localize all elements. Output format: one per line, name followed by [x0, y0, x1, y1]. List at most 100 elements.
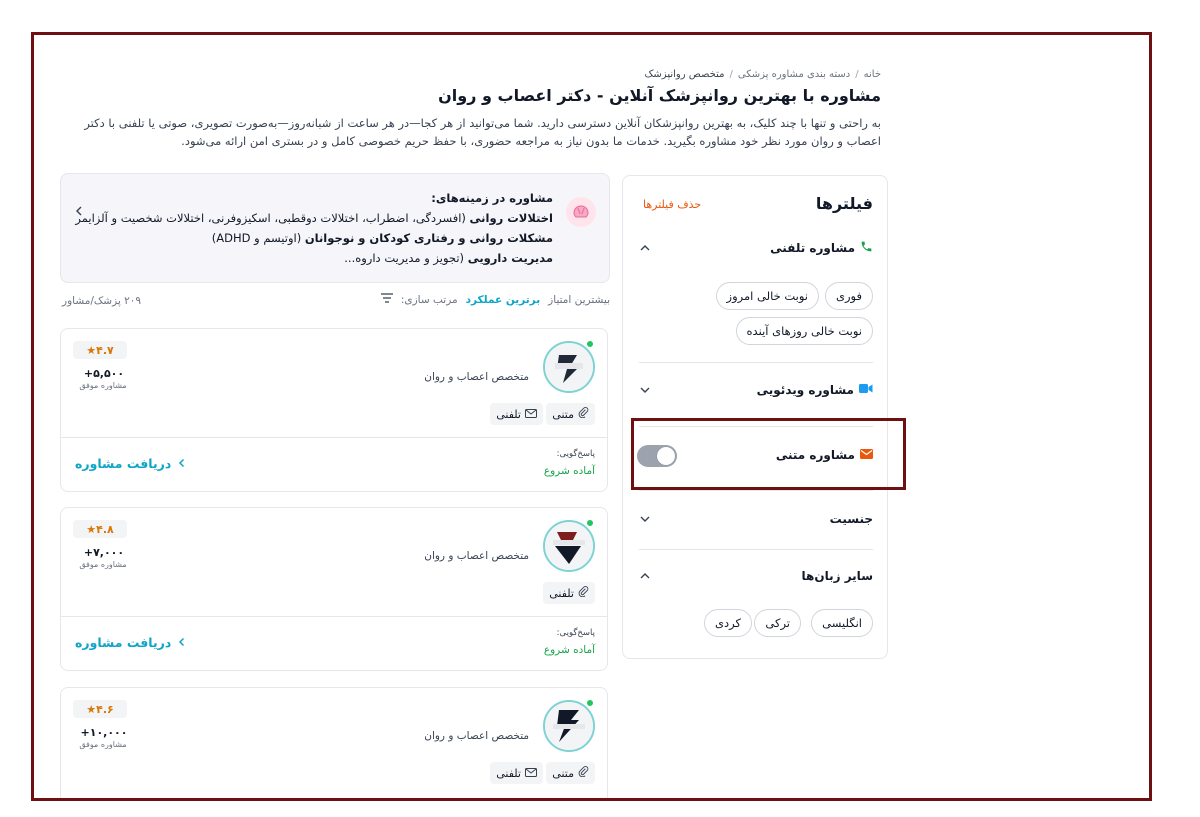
paperclip-icon [578, 407, 589, 421]
rating-value: ۴.۷ [96, 343, 114, 357]
info-box[interactable]: مشاوره در زمینه‌های: اختلالات روانی (افس… [60, 173, 610, 283]
envelope-outline-icon [525, 408, 537, 421]
divider [639, 490, 873, 491]
divider [639, 549, 873, 550]
filter-video-label: مشاوره ویدئویی [756, 383, 854, 397]
response-value: آماده شروع [543, 465, 595, 477]
chip-english[interactable]: انگلیسی [811, 609, 873, 637]
envelope-outline-icon [525, 767, 537, 780]
toggle-knob [657, 447, 675, 465]
breadcrumb: خانه/دسته بندی مشاوره پزشکی/متخصص روانپز… [644, 69, 881, 80]
card-divider [61, 437, 607, 438]
avatar [543, 700, 595, 752]
phone-badge: تلفنی [490, 403, 543, 425]
chip-kurdish[interactable]: کردی [704, 609, 752, 637]
chip-next-days[interactable]: نوبت خالی روزهای آینده [735, 317, 873, 345]
paperclip-icon [578, 766, 589, 780]
online-indicator [585, 518, 595, 528]
breadcrumb-home[interactable]: خانه [864, 69, 881, 80]
info-line-2-rest: (اوتیسم و ADHD) [211, 231, 305, 245]
paperclip-icon [578, 586, 589, 600]
screenshot-frame: خانه/دسته بندی مشاوره پزشکی/متخصص روانپز… [31, 32, 1152, 801]
chip-immediate[interactable]: فوری [825, 282, 873, 310]
brain-icon [565, 196, 597, 228]
rating-badge: ★ ۴.۶ [73, 700, 127, 718]
sort-icon [380, 293, 393, 306]
info-line-1-bold: اختلالات روانی [469, 211, 553, 225]
breadcrumb-current: متخصص روانپزشک [644, 69, 725, 80]
sort-label: مرتب سازی: [400, 293, 458, 306]
sort-top-performance[interactable]: برترین عملکرد [466, 294, 541, 306]
page-title: مشاوره با بهترین روانپزشک آنلاین - دکتر … [438, 86, 881, 105]
badge-label: متنی [552, 407, 574, 421]
badge-label: تلفنی [496, 407, 521, 421]
filter-gender-header[interactable]: جنسیت [637, 511, 873, 527]
info-title: مشاوره در زمینه‌های: [431, 191, 553, 205]
filters-panel: فیلترها حذف فیلترها مشاوره تلفنی فوری نو… [622, 175, 888, 659]
successful-label: مشاوره موفق [79, 560, 127, 569]
get-consultation-button[interactable]: دریافت مشاوره [75, 456, 187, 471]
text-consult-toggle[interactable] [637, 445, 677, 467]
filter-languages-label: سایر زبان‌ها [801, 569, 873, 583]
info-line-1: اختلالات روانی (افسردگی، اضطراب، اختلالا… [75, 211, 553, 225]
badge-label: تلفنی [549, 586, 574, 600]
intro-text: به راحتی و تنها با چند کلیک، به بهترین ر… [84, 116, 881, 148]
filter-languages-header[interactable]: سایر زبان‌ها [637, 568, 873, 584]
response-label: پاسخ‌گویی: [556, 449, 595, 459]
avatar [543, 341, 595, 393]
sort-most-rated[interactable]: بیشترین امتیاز [548, 294, 610, 306]
doctor-card[interactable]: متخصص اعصاب و روان ★ ۴.۶ +۱۰,۰۰۰ مشاوره م… [60, 687, 608, 798]
sort-row: مرتب سازی: برترین عملکرد بیشترین امتیاز … [60, 293, 610, 313]
rating-value: ۴.۸ [96, 522, 114, 536]
result-count: ۲۰۹ پزشک/مشاور [62, 295, 142, 307]
chip-turkish[interactable]: ترکی [754, 609, 801, 637]
response-label: پاسخ‌گویی: [556, 628, 595, 638]
successful-count: +۵,۵۰۰ [83, 367, 125, 380]
chevron-up-icon[interactable] [637, 240, 653, 256]
rating-value: ۴.۶ [96, 702, 114, 716]
cta-label: دریافت مشاوره [75, 456, 172, 471]
chevron-down-icon[interactable] [637, 382, 653, 398]
info-line-2-bold: مشکلات روانی و رفتاری کودکان و نوجوانان [304, 231, 553, 245]
online-indicator [585, 339, 595, 349]
text-badge: متنی [546, 762, 595, 784]
rating-badge: ★ ۴.۸ [73, 520, 127, 538]
successful-label: مشاوره موفق [79, 381, 127, 390]
info-line-3: مدیریت دارویی (تجویز و مدیریت داروه... [344, 251, 553, 265]
doctor-card[interactable]: متخصص اعصاب و روان ★ ۴.۷ +۵,۵۰۰ مشاوره مو… [60, 328, 608, 492]
chevron-left-icon [177, 456, 187, 471]
chevron-down-icon[interactable] [637, 511, 653, 527]
breadcrumb-category[interactable]: دسته بندی مشاوره پزشکی [738, 69, 850, 80]
get-consultation-button[interactable]: دریافت مشاوره [75, 635, 187, 650]
successful-label: مشاوره موفق [79, 740, 127, 749]
filter-phone-header[interactable]: مشاوره تلفنی [637, 240, 873, 256]
badge-label: تلفنی [496, 766, 521, 780]
info-line-2: مشکلات روانی و رفتاری کودکان و نوجوانان … [212, 231, 553, 245]
clear-filters-button[interactable]: حذف فیلترها [643, 198, 701, 211]
phone-badge: تلفنی [543, 582, 595, 604]
video-icon [859, 383, 873, 397]
cta-label: دریافت مشاوره [75, 635, 172, 650]
info-line-1-rest: (افسردگی، اضطراب، اختلالات دوقطبی، اسکیز… [75, 211, 470, 225]
phone-badge: تلفنی [490, 762, 543, 784]
info-line-3-bold: مدیریت دارویی [467, 251, 553, 265]
filters-title: فیلترها [815, 194, 873, 213]
response-value: آماده شروع [543, 644, 595, 656]
chip-today[interactable]: نوبت خالی امروز [715, 282, 819, 310]
avatar [543, 520, 595, 572]
chevron-left-icon[interactable] [73, 202, 85, 216]
online-indicator [585, 698, 595, 708]
filter-phone-label: مشاوره تلفنی [770, 241, 855, 255]
info-line-3-rest: (تجویز و مدیریت داروه... [344, 251, 468, 265]
successful-count: +۱۰,۰۰۰ [80, 726, 128, 739]
doctor-specialty: متخصص اعصاب و روان [424, 730, 529, 742]
successful-count: +۷,۰۰۰ [83, 546, 125, 559]
doctor-card[interactable]: متخصص اعصاب و روان ★ ۴.۸ +۷,۰۰۰ مشاوره مو… [60, 507, 608, 671]
text-badge: متنی [546, 403, 595, 425]
chevron-up-icon[interactable] [637, 568, 653, 584]
badge-label: متنی [552, 766, 574, 780]
divider [639, 362, 873, 363]
doctor-specialty: متخصص اعصاب و روان [424, 371, 529, 383]
filter-video-header[interactable]: مشاوره ویدئویی [637, 382, 873, 398]
filter-gender-label: جنسیت [829, 512, 873, 526]
